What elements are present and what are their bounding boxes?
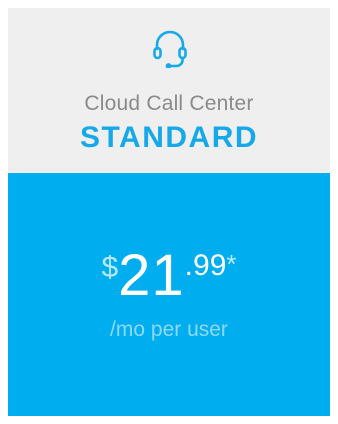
headset-icon	[153, 30, 187, 68]
plan-name: STANDARD	[79, 121, 259, 154]
pricing-card-body: $21.99* /mo per user	[8, 173, 330, 416]
price-currency: $	[101, 251, 119, 284]
pricing-card-header: Cloud Call Center STANDARD	[8, 8, 330, 173]
pricing-card: Cloud Call Center STANDARD $21.99* /mo p…	[8, 8, 330, 416]
price-cents: .99	[184, 249, 227, 282]
price: $21.99*	[8, 247, 330, 305]
price-period: /mo per user	[110, 318, 228, 341]
price-whole: 21	[118, 243, 185, 308]
price-asterisk: *	[226, 249, 237, 279]
plan-subtitle: Cloud Call Center	[84, 92, 254, 115]
